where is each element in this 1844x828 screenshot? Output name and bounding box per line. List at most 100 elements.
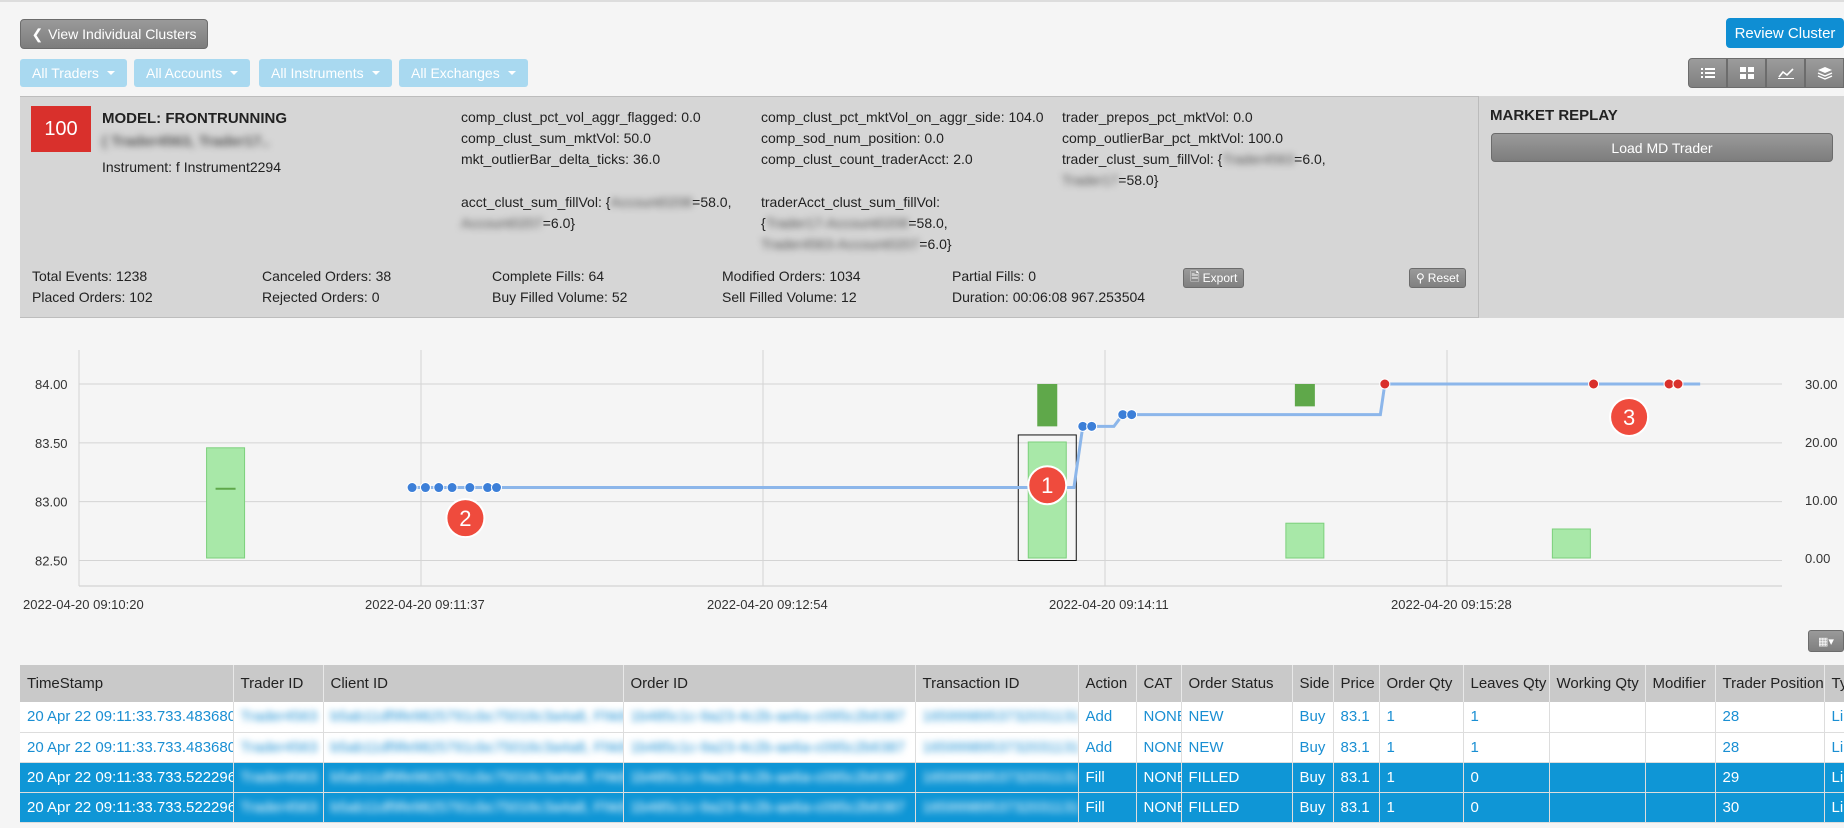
table-cell: 0 xyxy=(1463,792,1550,823)
chart-view-button[interactable] xyxy=(1766,58,1805,88)
filter-traders[interactable]: All Traders xyxy=(20,59,127,87)
export-button[interactable]: 🗎 Export xyxy=(1183,268,1245,288)
column-header[interactable]: CAT xyxy=(1136,665,1182,702)
column-header[interactable]: Working Qty xyxy=(1549,665,1646,702)
annotation-label: 3 xyxy=(1623,405,1635,430)
column-header[interactable]: Client ID xyxy=(323,665,624,702)
column-header[interactable]: Order Qty xyxy=(1379,665,1464,702)
column-header[interactable]: Transaction ID xyxy=(915,665,1079,702)
filter-accounts[interactable]: All Accounts xyxy=(134,59,251,87)
column-header[interactable]: Trader Position xyxy=(1715,665,1825,702)
market-replay-title: MARKET REPLAY xyxy=(1490,107,1618,124)
column-header[interactable]: TimeStamp xyxy=(20,665,234,702)
table-cell: b5ab11df9fe9825791cbc75016c3a4a8, Fhk8 xyxy=(323,762,624,793)
events-table: TimeStamp Trader ID Client ID Order ID Trans… xyxy=(20,665,1844,823)
cell-value: 1 xyxy=(1386,768,1395,786)
cell-value: 0 xyxy=(1470,768,1479,786)
table-row[interactable]: 20 Apr 22 09:11:33.733.522296 Trader4563 b… xyxy=(20,792,1844,823)
metric-m9-val1: =6.0, xyxy=(1294,151,1326,167)
column-header[interactable]: Trader ID xyxy=(233,665,324,702)
table-cell: Fill xyxy=(1078,762,1137,793)
cell-value: NONE xyxy=(1143,798,1181,816)
y-tick-left: 83.00 xyxy=(35,495,68,510)
column-header[interactable]: Price xyxy=(1333,665,1380,702)
metric-m10-line2: Account0207=6.0} xyxy=(461,215,575,231)
cell-value: 20 Apr 22 09:11:33.733.522296 xyxy=(27,798,233,816)
cell-value: FILLED xyxy=(1188,768,1240,786)
y-tick-right: 10.00 xyxy=(1805,493,1838,508)
volume-bar xyxy=(1285,522,1325,559)
table-cell xyxy=(1549,792,1646,823)
filter-exchanges[interactable]: All Exchanges xyxy=(399,59,528,87)
review-cluster-label: Review Cluster xyxy=(1734,24,1836,42)
metric-m8: comp_outlierBar_pct_mktVol: 100.0 xyxy=(1062,130,1284,146)
trade-marker xyxy=(433,482,445,494)
review-cluster-button[interactable]: Review Cluster xyxy=(1726,18,1844,48)
layers-view-button[interactable] xyxy=(1805,58,1844,88)
score-badge: 100 xyxy=(31,106,91,152)
column-header[interactable]: Order ID xyxy=(623,665,916,702)
cell-value: Trader4563 xyxy=(240,708,318,726)
metric-m10: acct_clust_sum_fillVol: {Account0208=58.… xyxy=(461,194,731,210)
column-header[interactable]: Side xyxy=(1292,665,1334,702)
trade-marker xyxy=(491,482,503,494)
price-bar xyxy=(1037,384,1058,427)
reset-button[interactable]: ⚲ Reset xyxy=(1409,268,1467,288)
stat-rejected-orders: Rejected Orders: 0 xyxy=(262,289,380,305)
table-cell: 1 xyxy=(1379,702,1464,733)
metric-m4: comp_clust_pct_mktVol_on_aggr_side: 104.… xyxy=(761,109,1044,125)
column-picker-button[interactable]: ▦▾ xyxy=(1808,630,1844,652)
column-header[interactable]: Ty xyxy=(1824,665,1844,702)
table-cell: 20 Apr 22 09:11:33.733.522296 xyxy=(20,762,234,793)
table-cell: 20 Apr 22 09:11:33.733.522296 xyxy=(20,792,234,823)
table-cell: 1 xyxy=(1379,732,1464,763)
filter-instruments[interactable]: All Instruments xyxy=(259,59,392,87)
table-row[interactable]: 20 Apr 22 09:11:33.733.483680 Trader4563 b… xyxy=(20,702,1844,733)
column-header[interactable]: Modifier xyxy=(1645,665,1716,702)
x-tick-label: 2022-04-20 09:12:54 xyxy=(707,597,828,612)
model-title: MODEL: FRONTRUNNING xyxy=(102,110,287,127)
table-cell: 1b485c1c-9a23-4c2b-ae6a-c095c2b6387 xyxy=(623,732,916,763)
load-md-trader-button[interactable]: Load MD Trader xyxy=(1491,133,1833,162)
trade-marker xyxy=(419,482,431,494)
table-cell: Lin xyxy=(1824,702,1844,733)
view-individual-clusters-button[interactable]: ❮ View Individual Clusters xyxy=(20,19,208,49)
table-cell: Buy xyxy=(1292,792,1334,823)
table-cell: 28 xyxy=(1715,732,1825,763)
y-tick-left: 83.50 xyxy=(35,436,68,451)
y-tick-right: 0.00 xyxy=(1805,551,1830,566)
trade-marker xyxy=(446,482,458,494)
table-cell: 20 Apr 22 09:11:33.733.483680 xyxy=(20,702,234,733)
column-header[interactable]: Action xyxy=(1078,665,1137,702)
metric-m9-line2: Trader17=58.0} xyxy=(1062,172,1158,188)
x-tick-label: 2022-04-20 09:11:37 xyxy=(365,597,485,612)
table-row[interactable]: 20 Apr 22 09:11:33.733.483680 Trader4563 b… xyxy=(20,732,1844,763)
table-cell: 83.1 xyxy=(1333,702,1380,733)
table-cell xyxy=(1645,732,1716,763)
table-cell: 1659998953732031131 xyxy=(915,762,1079,793)
column-header[interactable]: Leaves Qty xyxy=(1463,665,1550,702)
table-row[interactable]: 20 Apr 22 09:11:33.733.522296 Trader4563 b… xyxy=(20,762,1844,793)
metric-m10-blur1: Account0208 xyxy=(610,194,693,210)
reset-label: Reset xyxy=(1427,271,1460,285)
cell-value: 1 xyxy=(1386,738,1395,756)
annotation-label: 2 xyxy=(459,506,471,531)
metric-m10-val2: =6.0} xyxy=(542,215,576,231)
column-header[interactable]: Order Status xyxy=(1181,665,1293,702)
table-cell: NONE xyxy=(1136,792,1182,823)
cell-value: 1 xyxy=(1470,708,1479,726)
list-view-button[interactable] xyxy=(1688,58,1727,88)
grid-view-button[interactable] xyxy=(1727,58,1766,88)
cell-value: 83.1 xyxy=(1340,708,1370,726)
table-cell: 1b485c1c-9a23-4c2b-ae6a-c095c2b6387 xyxy=(623,702,916,733)
cancel-marker xyxy=(1588,378,1600,390)
metric-m9: trader_clust_sum_fillVol: {Trader4563=6.… xyxy=(1062,151,1326,167)
chevron-left-icon: ❮ xyxy=(31,25,44,42)
table-cell: b5ab11df9fe9825791cbc75016c3a4a8, Fhk8 xyxy=(323,792,624,823)
table-cell: NEW xyxy=(1181,702,1293,733)
export-label: Export xyxy=(1202,271,1238,285)
volume-bar xyxy=(1551,528,1591,559)
metric-m1: comp_clust_pct_vol_aggr_flagged: 0.0 xyxy=(461,109,701,125)
cell-value: NEW xyxy=(1188,708,1224,726)
table-cell: 0 xyxy=(1463,762,1550,793)
